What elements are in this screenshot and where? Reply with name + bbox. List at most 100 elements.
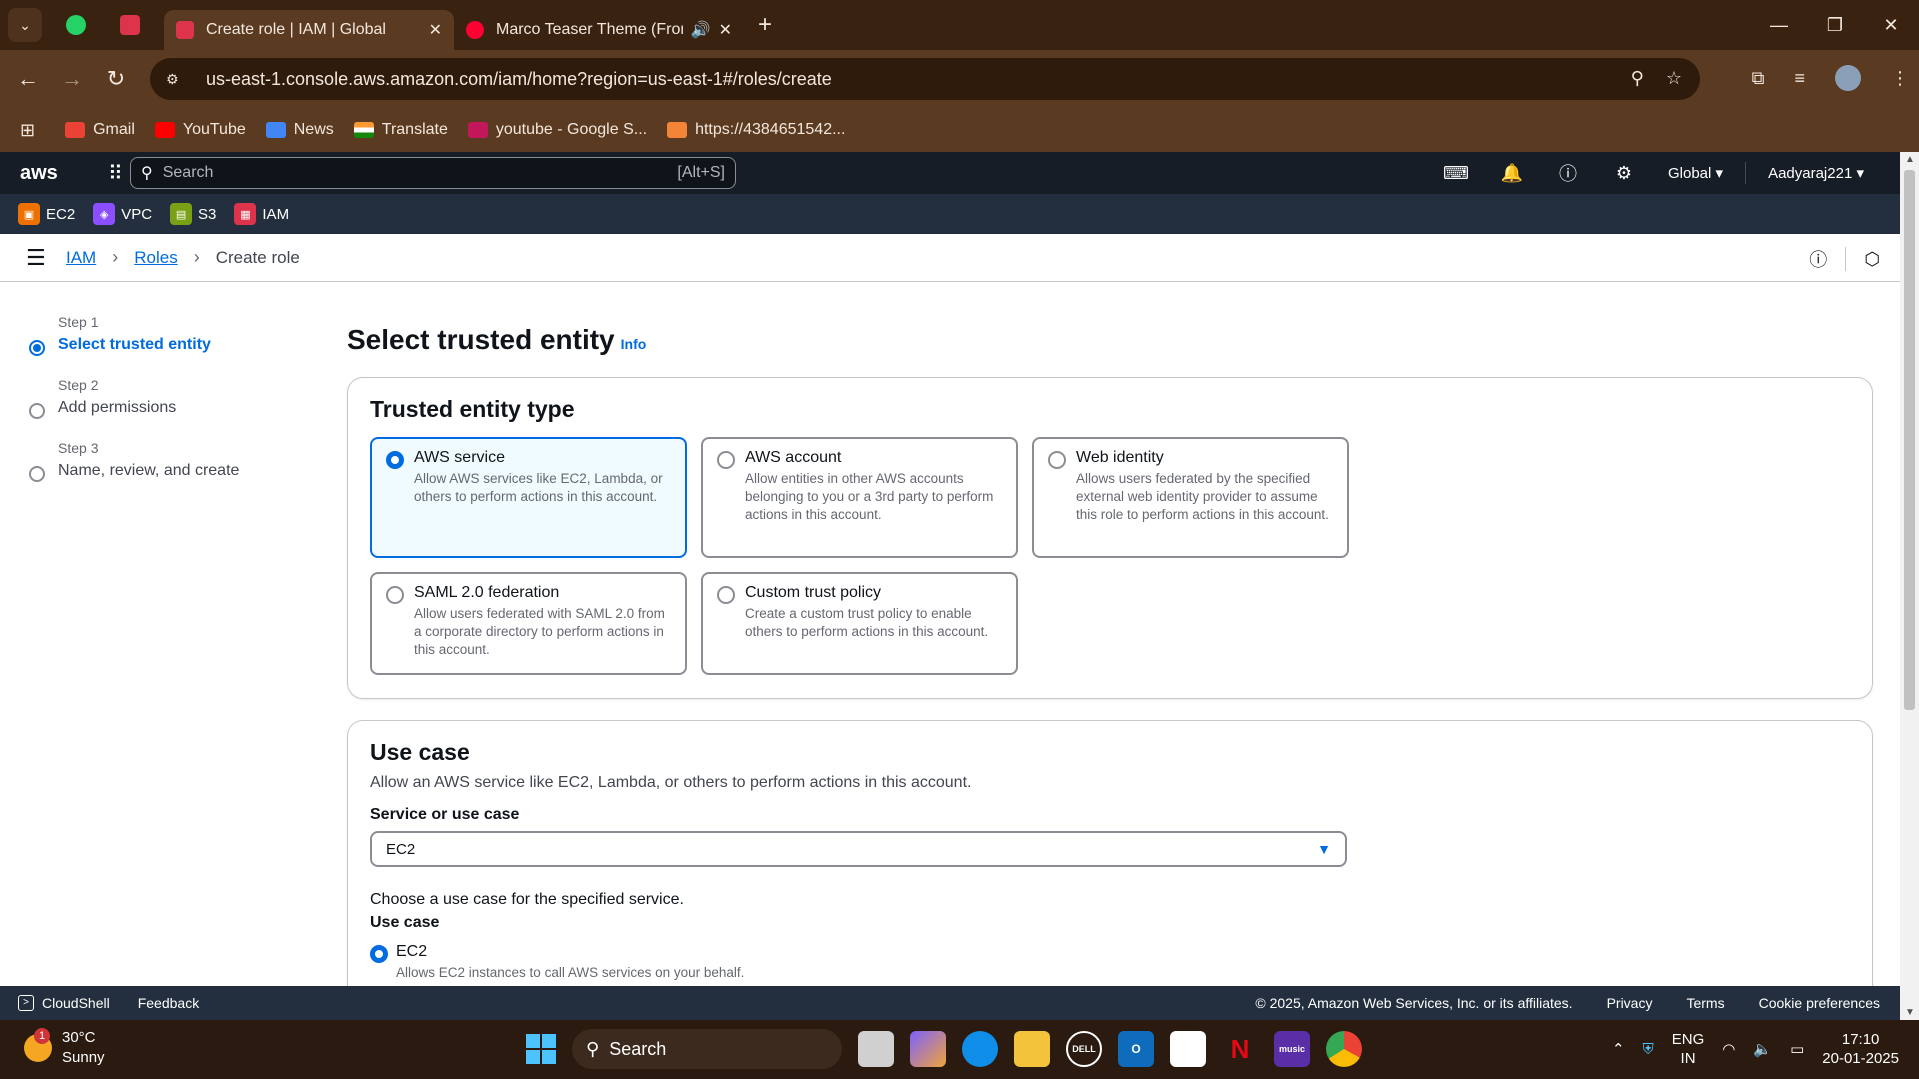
reload-icon[interactable]: ↻ bbox=[94, 66, 138, 92]
amazon-music-icon[interactable]: music bbox=[1274, 1031, 1310, 1067]
info-panel-icon[interactable]: ⓘ bbox=[1809, 246, 1827, 272]
close-tab-icon[interactable]: ✕ bbox=[719, 20, 732, 40]
apps-grid-icon[interactable]: ⊞ bbox=[20, 120, 35, 141]
close-window-icon[interactable]: ✕ bbox=[1863, 0, 1919, 50]
zoom-icon[interactable]: ⚲ bbox=[1631, 68, 1644, 89]
store-icon[interactable] bbox=[1170, 1031, 1206, 1067]
bookmark-youtube-google-search[interactable]: youtube - Google S... bbox=[467, 121, 647, 139]
radio-icon[interactable] bbox=[717, 586, 735, 604]
tab-create-role[interactable]: Create role | IAM | Global ✕ bbox=[164, 10, 454, 50]
restore-icon[interactable]: ❐ bbox=[1807, 0, 1863, 50]
security-shield-icon[interactable]: ⛨ bbox=[1643, 1041, 1654, 1058]
use-case-option-ec2[interactable]: EC2 Allows EC2 instances to call AWS ser… bbox=[370, 943, 744, 980]
scroll-down-icon[interactable]: ▼ bbox=[1905, 1007, 1915, 1018]
radio-icon[interactable] bbox=[370, 945, 388, 963]
favorite-iam[interactable]: ▦ IAM bbox=[234, 203, 289, 225]
windows-start-icon[interactable] bbox=[526, 1034, 556, 1064]
tile-aws-account[interactable]: AWS account Allow entities in other AWS … bbox=[701, 437, 1018, 558]
divider bbox=[1845, 247, 1847, 271]
edge-icon[interactable] bbox=[962, 1031, 998, 1067]
bookmark-translate[interactable]: Translate bbox=[353, 121, 448, 139]
radio-icon[interactable] bbox=[1048, 451, 1066, 469]
volume-icon[interactable]: 🔈 bbox=[1753, 1040, 1772, 1058]
feedback-hexagon-icon[interactable]: ⬡ bbox=[1864, 249, 1880, 270]
container-title: Use case bbox=[370, 739, 470, 765]
tab-search-chevron-icon[interactable]: ⌄ bbox=[8, 8, 42, 42]
extensions-icon[interactable]: ⧉ bbox=[1752, 68, 1765, 89]
radio-icon[interactable] bbox=[386, 451, 404, 469]
netflix-icon[interactable]: N bbox=[1222, 1031, 1258, 1067]
wifi-icon[interactable]: ◠ bbox=[1722, 1040, 1735, 1058]
url-bar[interactable]: ⚙ us-east-1.console.aws.amazon.com/iam/h… bbox=[150, 58, 1700, 100]
settings-gear-icon[interactable]: ⚙ bbox=[1596, 163, 1652, 184]
privacy-link[interactable]: Privacy bbox=[1607, 995, 1653, 1011]
task-view-icon[interactable] bbox=[858, 1031, 894, 1067]
region-selector[interactable]: Global ▾ bbox=[1652, 164, 1739, 182]
tab-marco-teaser[interactable]: Marco Teaser Theme (From 🔊 ✕ bbox=[454, 10, 744, 50]
favorite-vpc[interactable]: ◈ VPC bbox=[93, 203, 152, 225]
outlook-icon[interactable]: O bbox=[1118, 1031, 1154, 1067]
audio-icon[interactable]: 🔊 bbox=[691, 20, 711, 40]
side-nav-hamburger-icon[interactable]: ☰ bbox=[26, 245, 66, 271]
tile-custom-trust-policy[interactable]: Custom trust policy Create a custom trus… bbox=[701, 572, 1018, 675]
account-menu[interactable]: Aadyaraj221 ▾ bbox=[1752, 164, 1880, 182]
bookmark-aws-console[interactable]: https://4384651542... bbox=[667, 121, 845, 139]
bookmark-gmail[interactable]: Gmail bbox=[65, 121, 135, 139]
info-link[interactable]: Info bbox=[621, 336, 647, 352]
favorite-ec2[interactable]: ▣ EC2 bbox=[18, 203, 75, 225]
step-label: Step 1 bbox=[58, 314, 99, 330]
breadcrumb-iam[interactable]: IAM bbox=[66, 248, 96, 268]
bookmark-news[interactable]: News bbox=[265, 121, 334, 139]
services-grid-icon[interactable]: ⠿ bbox=[108, 161, 123, 186]
tile-web-identity[interactable]: Web identity Allows users federated by t… bbox=[1032, 437, 1349, 558]
copilot-icon[interactable] bbox=[910, 1031, 946, 1067]
clock[interactable]: 17:10 20-01-2025 bbox=[1822, 1030, 1899, 1068]
notifications-bell-icon[interactable]: 🔔 bbox=[1484, 163, 1540, 184]
chrome-icon[interactable] bbox=[1326, 1031, 1362, 1067]
site-info-icon[interactable]: ⚙ bbox=[166, 71, 186, 88]
aws-logo[interactable]: aws bbox=[20, 162, 70, 185]
menu-icon[interactable]: ⋮ bbox=[1891, 68, 1909, 89]
media-icon[interactable]: ≡ bbox=[1794, 68, 1805, 89]
service-select[interactable]: EC2 ▼ bbox=[370, 831, 1347, 867]
use-case-instruction: Choose a use case for the specified serv… bbox=[370, 891, 684, 908]
breadcrumb-roles[interactable]: Roles bbox=[134, 248, 177, 268]
scroll-up-icon[interactable]: ▲ bbox=[1905, 154, 1915, 165]
cloudshell-button[interactable]: > CloudShell bbox=[18, 995, 110, 1011]
profile-avatar[interactable] bbox=[1835, 65, 1861, 91]
feedback-link[interactable]: Feedback bbox=[138, 995, 199, 1011]
step-name: Select trusted entity bbox=[58, 336, 211, 353]
help-icon[interactable]: ⓘ bbox=[1540, 160, 1596, 186]
chevron-right-icon: › bbox=[193, 247, 200, 267]
aws-search-input[interactable]: ⚲ Search [Alt+S] bbox=[130, 157, 736, 189]
bookmark-youtube[interactable]: YouTube bbox=[154, 121, 246, 139]
weather-widget[interactable]: 1 30°C Sunny bbox=[24, 1028, 105, 1068]
file-explorer-icon[interactable] bbox=[1014, 1031, 1050, 1067]
step-1[interactable]: Step 1 Select trusted entity bbox=[26, 314, 286, 377]
minimize-icon[interactable]: — bbox=[1751, 0, 1807, 50]
tile-aws-service[interactable]: AWS service Allow AWS services like EC2,… bbox=[370, 437, 687, 558]
radio-icon[interactable] bbox=[717, 451, 735, 469]
dell-icon[interactable]: DELL bbox=[1066, 1031, 1102, 1067]
language-indicator[interactable]: ENG IN bbox=[1672, 1030, 1705, 1068]
tile-name: Custom trust policy bbox=[745, 584, 882, 601]
tile-saml-federation[interactable]: SAML 2.0 federation Allow users federate… bbox=[370, 572, 687, 675]
forward-icon[interactable]: → bbox=[50, 66, 94, 92]
page-scrollbar[interactable]: ▲ ▼ bbox=[1900, 152, 1919, 1020]
taskbar-search[interactable]: ⚲ Search bbox=[572, 1029, 842, 1069]
new-tab-button[interactable]: + bbox=[758, 11, 772, 39]
close-tab-icon[interactable]: ✕ bbox=[429, 20, 442, 40]
scroll-thumb[interactable] bbox=[1904, 170, 1915, 710]
pinned-tab-iam[interactable] bbox=[110, 8, 150, 42]
windows-taskbar: 1 30°C Sunny ⚲ Search DELL O N music ⌃ ⛨… bbox=[0, 1020, 1919, 1079]
cookie-preferences-link[interactable]: Cookie preferences bbox=[1759, 995, 1880, 1011]
cloudshell-icon[interactable]: ⌨ bbox=[1428, 163, 1484, 184]
chevron-up-icon[interactable]: ⌃ bbox=[1612, 1040, 1625, 1058]
back-icon[interactable]: ← bbox=[6, 66, 50, 92]
bookmark-star-icon[interactable]: ☆ bbox=[1666, 68, 1682, 89]
favorite-s3[interactable]: ▤ S3 bbox=[170, 203, 216, 225]
radio-icon[interactable] bbox=[386, 586, 404, 604]
terms-link[interactable]: Terms bbox=[1686, 995, 1724, 1011]
pinned-tab-whatsapp[interactable] bbox=[56, 8, 96, 42]
battery-icon[interactable]: ▭ bbox=[1790, 1040, 1804, 1058]
